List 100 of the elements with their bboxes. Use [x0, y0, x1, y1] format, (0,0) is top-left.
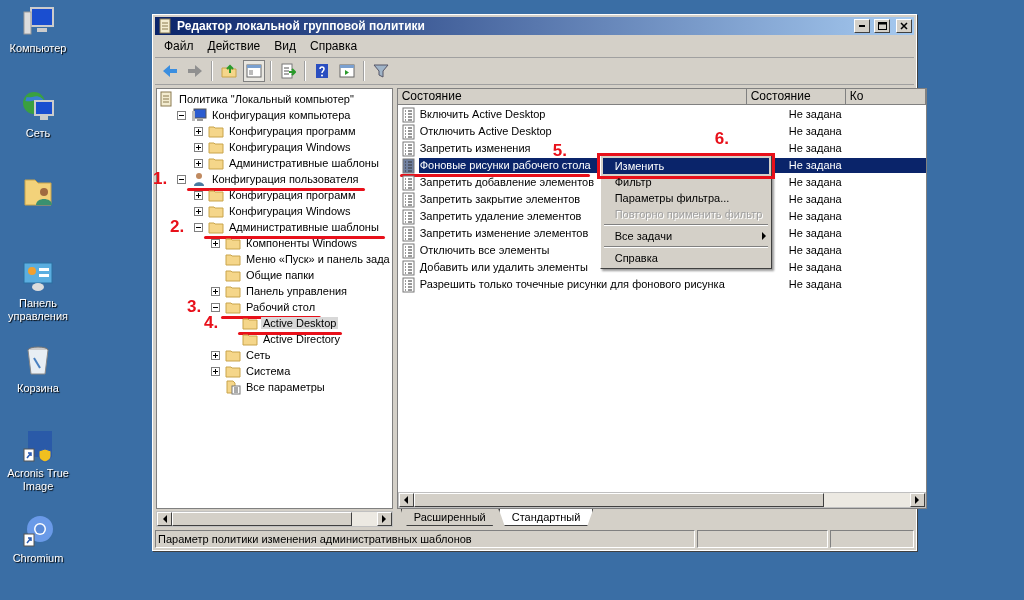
desktop-icon-label[interactable]: Chromium: [12, 552, 64, 565]
forward-arrow-icon: [187, 63, 203, 79]
expand-toggle[interactable]: [194, 142, 203, 152]
expand-toggle[interactable]: [211, 286, 220, 296]
menu-item[interactable]: Файл: [157, 39, 201, 53]
setting-state: Не задана: [788, 209, 842, 224]
tree-item[interactable]: Административные шаблоны: [227, 221, 381, 233]
setting-name[interactable]: Включить Active Desktop: [418, 107, 546, 122]
horizontal-scrollbar[interactable]: [156, 511, 393, 527]
setting-name[interactable]: Запретить добавление элементов: [418, 175, 595, 190]
folder-icon: [208, 155, 224, 171]
tree-item[interactable]: Политика "Локальный компьютер": [177, 93, 356, 105]
expand-toggle[interactable]: [194, 206, 203, 216]
tree-item[interactable]: Конфигурация пользователя: [210, 173, 361, 185]
tree-item[interactable]: Меню «Пуск» и панель зада: [244, 253, 392, 265]
desktop-icon-label[interactable]: Компьютер: [9, 42, 67, 55]
column-header[interactable]: Состояние: [397, 89, 747, 105]
menu-item[interactable]: Вид: [267, 39, 303, 53]
menu-item[interactable]: Справка: [303, 39, 365, 53]
context-menu-item[interactable]: Фильтр: [602, 174, 769, 190]
setting-name[interactable]: Разрешить только точечные рисунки для фонового рисунка: [418, 277, 725, 292]
scroll-left-button[interactable]: [398, 493, 414, 507]
expand-toggle[interactable]: [194, 158, 203, 168]
column-header[interactable]: Ко: [845, 89, 926, 105]
annotation-number: 5.: [552, 142, 567, 160]
setting-name[interactable]: Запретить закрытие элементов: [418, 192, 581, 207]
collapse-toggle[interactable]: [177, 174, 186, 184]
column-header[interactable]: Состояние: [746, 89, 846, 105]
close-button[interactable]: [896, 19, 912, 33]
desktop-icon-label[interactable]: Корзина: [17, 382, 59, 395]
desktop-icon-label[interactable]: Панель управления: [3, 297, 73, 323]
folder-icon: [242, 315, 258, 331]
tree-item[interactable]: Конфигурация Windows: [227, 205, 353, 217]
expand-toggle[interactable]: [211, 366, 220, 376]
view-tab[interactable]: Стандартный: [498, 509, 594, 526]
scroll-left-button[interactable]: [157, 512, 172, 526]
tree-item[interactable]: Система: [244, 365, 293, 377]
setting-name[interactable]: Добавить или удалить элементы: [418, 260, 588, 275]
setting-name[interactable]: Запретить изменение элементов: [418, 226, 589, 241]
context-menu-item[interactable]: Справка: [602, 250, 769, 266]
chromium-shortcut-icon: [21, 514, 55, 548]
setting-name[interactable]: Фоновые рисунки рабочего стола: [418, 158, 591, 173]
folder-icon: [208, 203, 224, 219]
setting-name[interactable]: Отключить все элементы: [418, 243, 550, 258]
scrollbar-thumb[interactable]: [413, 493, 824, 507]
tree-item[interactable]: Конфигурация программ: [227, 125, 358, 137]
plus-icon: [195, 143, 202, 151]
toolbar-button[interactable]: [243, 60, 265, 82]
tree-item[interactable]: Active Desktop: [261, 317, 339, 329]
tree-item[interactable]: Общие папки: [244, 269, 317, 281]
policy-setting-icon: [401, 259, 416, 276]
setting-state: Не задана: [788, 243, 842, 258]
minimize-button[interactable]: [854, 19, 870, 33]
tree-item[interactable]: Конфигурация Windows: [227, 141, 353, 153]
tree-item[interactable]: Административные шаблоны: [227, 157, 381, 169]
left-arrow-icon: [161, 515, 168, 523]
tree-item[interactable]: Рабочий стол: [244, 301, 318, 313]
menu-item[interactable]: Действие: [200, 39, 268, 53]
collapse-toggle[interactable]: [177, 110, 186, 120]
expand-toggle[interactable]: [211, 238, 220, 248]
tree-item[interactable]: Компоненты Windows: [244, 237, 360, 249]
setting-name[interactable]: Запретить удаление элементов: [418, 209, 582, 224]
expand-toggle[interactable]: [194, 190, 203, 200]
desktop-icon-label[interactable]: Acronis True Image: [3, 467, 73, 493]
horizontal-scrollbar[interactable]: [397, 492, 926, 508]
maximize-button[interactable]: [874, 19, 890, 33]
scrollbar-thumb[interactable]: [172, 512, 352, 526]
setting-name[interactable]: Запретить изменения: [418, 141, 531, 156]
scroll-right-button[interactable]: [376, 512, 392, 526]
desktop-icon-label[interactable]: Сеть: [25, 127, 51, 140]
setting-state: Не задана: [788, 141, 842, 156]
tree-item[interactable]: Конфигурация программ: [227, 189, 358, 201]
settings-list-icon: [225, 379, 241, 395]
document-icon: [158, 91, 174, 107]
tree-item[interactable]: Все параметры: [244, 381, 327, 393]
tree-item[interactable]: Конфигурация компьютера: [210, 109, 353, 121]
shortcut-app-icon: [21, 429, 55, 463]
expand-toggle[interactable]: [211, 350, 220, 360]
policy-setting-icon: [401, 242, 416, 259]
setting-state: Не задана: [788, 260, 842, 275]
tree-item[interactable]: Сеть: [244, 349, 273, 361]
plus-icon: [195, 127, 202, 135]
policy-setting-icon: [401, 157, 416, 174]
tree-item[interactable]: Панель управления: [244, 285, 350, 297]
scroll-right-button[interactable]: [909, 493, 925, 507]
action-pane-icon: [339, 63, 355, 79]
setting-state: Не задана: [788, 226, 842, 241]
expand-toggle[interactable]: [194, 126, 203, 136]
context-menu-item[interactable]: Изменить: [602, 158, 769, 174]
setting-name[interactable]: Отключить Active Desktop: [418, 124, 552, 139]
tree-item[interactable]: Active Directory: [261, 333, 343, 345]
control-panel-icon: [21, 259, 55, 293]
export-list-icon: [280, 63, 296, 79]
submenu-arrow-icon: [760, 232, 767, 240]
context-menu-item[interactable]: Все задачи: [602, 228, 769, 244]
view-tab[interactable]: Расширенный: [400, 509, 499, 526]
collapse-toggle[interactable]: [211, 302, 220, 312]
context-menu-item[interactable]: Параметры фильтра...: [602, 190, 769, 206]
collapse-toggle[interactable]: [194, 222, 203, 232]
annotation-number: 6.: [714, 130, 729, 148]
